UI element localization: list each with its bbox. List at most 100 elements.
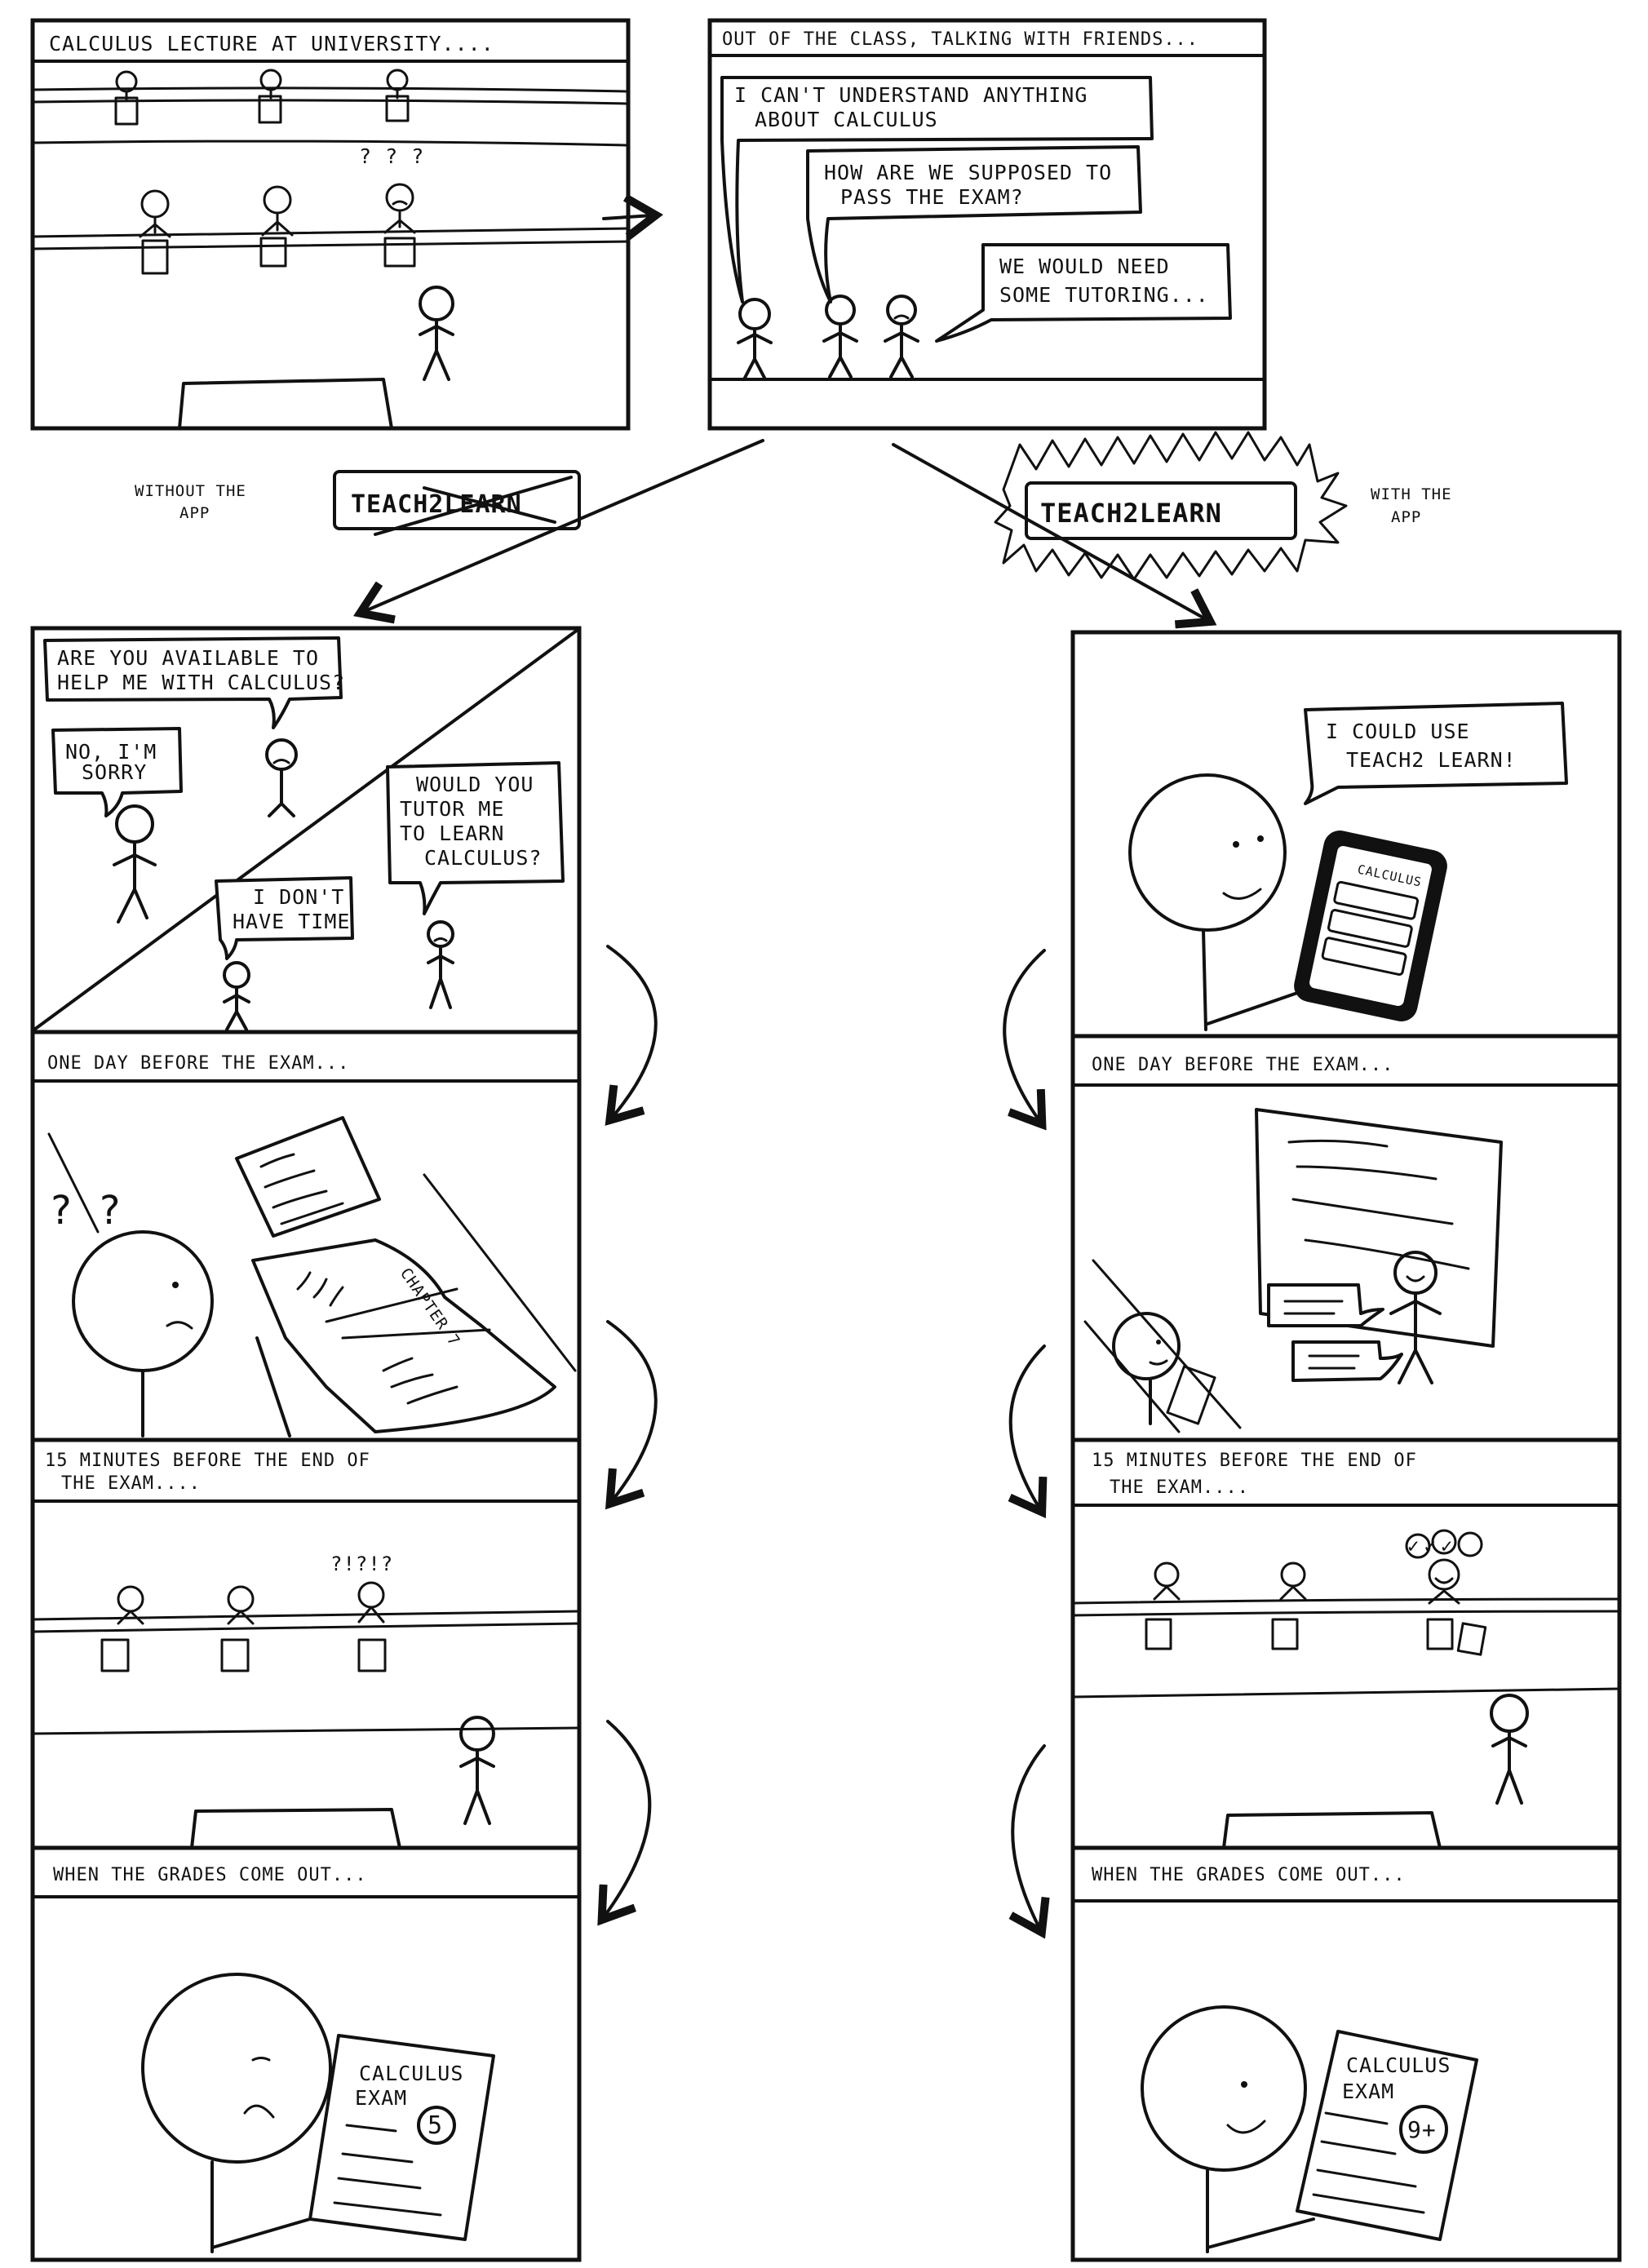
confused-student: ? ? ? (359, 144, 424, 268)
busy-person (223, 961, 250, 1031)
student-back-1 (114, 70, 139, 126)
student-front-1 (139, 189, 171, 275)
confused-marks: ? ? (49, 1188, 122, 1234)
right-caption-15min-line1: 15 minutes before the end of (1092, 1451, 1417, 1471)
left-panel-rejections: Are you available to help me with calcul… (33, 628, 579, 1031)
speech-bubble-3-line2: some tutoring... (999, 283, 1209, 307)
panel-lecture: Calculus lecture at university.... ? ? ? (30, 18, 631, 431)
exam-paper-good-title1: Calculus (1346, 2053, 1451, 2077)
exam-desk (190, 1808, 401, 1849)
friend-2 (822, 295, 858, 379)
speech-bubble-1-line2: about calculus (755, 108, 938, 131)
left-column: Are you available to help me with calcul… (30, 626, 582, 2262)
logo-highlighted-text: TEACH2LEARN (1040, 498, 1222, 529)
panel-lecture-caption: Calculus lecture at university.... (49, 32, 494, 55)
right-caption-grades: When the grades come out... (1092, 1865, 1406, 1885)
phone-app[interactable]: Calculus (1293, 830, 1448, 1023)
bubble-no-sorry: No, I'm sorry (51, 727, 183, 817)
refusing-person (113, 804, 157, 924)
open-textbook: Chapter 7 (251, 1238, 556, 1433)
bubble-no-time-line1: I don't (253, 885, 344, 909)
left-caption-grades: When the grades come out... (53, 1865, 367, 1885)
exam-desk-r (1222, 1811, 1442, 1849)
confused-question-marks: ? ? ? (359, 144, 424, 168)
left-flow-arrows (604, 945, 658, 1917)
sad-asker-2 (427, 920, 454, 1009)
teacher (419, 286, 454, 381)
bubble-tutor-me-line3: to learn (400, 822, 504, 845)
speech-bubble-2-line1: How are we supposed to (824, 161, 1112, 184)
friend-sad (884, 295, 919, 379)
exam-paper-bad: Calculus exam 5 (308, 2034, 495, 2241)
bubble-tutor-me-line2: tutor me (400, 797, 504, 821)
logo-highlighted: TEACH2LEARN (994, 431, 1348, 581)
right-panel-grades: Calculus exam 9+ (1141, 2005, 1478, 2253)
notes-paper (235, 1116, 381, 1238)
speech-bubble-2-line2: pass the exam? (840, 185, 1024, 209)
arrow-next (602, 215, 653, 219)
right-flow-arrows (1003, 949, 1044, 1929)
chat-bubble-1 (1267, 1283, 1384, 1327)
right-column: I could use Teach2 learn! Calculus One d… (1070, 630, 1622, 2262)
left-panel-grades: Calculus exam 5 (141, 1973, 495, 2253)
exam-grade-bad: 5 (428, 2111, 443, 2140)
exam-grade-good: 9+ (1407, 2116, 1437, 2143)
panel-friends: Out of the class, talking with friends..… (707, 18, 1267, 431)
proctor-r (1490, 1694, 1529, 1805)
with-app-note-line2: app (1391, 508, 1421, 526)
left-caption-day-before: One day before the exam... (47, 1053, 349, 1074)
bubble-no-time-line2: have time (233, 910, 350, 933)
bubble-ask-help: Are you available to help me with calcul… (43, 636, 345, 729)
right-caption-day-before: One day before the exam... (1092, 1055, 1393, 1075)
exam-paper-good: Calculus exam 9+ (1296, 2030, 1478, 2241)
student-back-2 (258, 69, 282, 124)
bubble-could-use-line2: Teach2 learn! (1346, 748, 1517, 772)
exam-paper-bad-title1: Calculus (359, 2062, 463, 2085)
confident-student: ✓✓✓ (1405, 1529, 1487, 1656)
bubble-could-use-line1: I could use (1326, 720, 1470, 743)
lecture-desk (178, 378, 393, 430)
storyboard: Calculus lecture at university.... ? ? ?… (30, 18, 1622, 2262)
logo-crossed-text: TEACH2LEARN (351, 490, 522, 519)
bubble-ask-help-line1: Are you available to (57, 646, 319, 670)
bubble-tutor-me-line1: Would you (416, 773, 534, 796)
arrow-without-app (363, 439, 764, 612)
bubble-tutor-me-line4: calculus? (424, 846, 542, 870)
exam-student-r1 (1145, 1561, 1181, 1650)
panel-friends-caption: Out of the class, talking with friends..… (722, 29, 1198, 50)
bubble-no-time: I don't have time (215, 876, 354, 960)
arrow-with-app (892, 443, 1207, 620)
left-caption-15min-line2: the exam.... (61, 1473, 201, 1494)
right-caption-15min-line2: the exam.... (1110, 1477, 1249, 1498)
right-panel-tutoring (1083, 1108, 1503, 1433)
left-caption-15min-line1: 15 minutes before the end of (45, 1451, 370, 1471)
chat-bubble-2 (1291, 1340, 1403, 1382)
exam-student-1 (100, 1585, 144, 1672)
bubble-no-sorry-line2: sorry (82, 760, 147, 784)
right-panel-exam: ✓✓✓ (1071, 1529, 1621, 1849)
exam-paper-good-title2: exam (1342, 2080, 1394, 2103)
right-panel-use-app: I could use Teach2 learn! Calculus (1128, 702, 1568, 1031)
exam-student-r2 (1271, 1561, 1307, 1650)
left-panel-studying: ? ? Chapter 7 (47, 1116, 577, 1437)
friend-1 (737, 298, 773, 381)
student-back-3 (385, 69, 410, 122)
left-panel-exam: ?!?!? (31, 1553, 581, 1849)
sad-asker (265, 738, 298, 817)
bubble-ask-help-line2: help me with calculus? (57, 671, 345, 694)
logo-crossed: TEACH2LEARN (333, 470, 581, 536)
proctor (459, 1716, 495, 1825)
bubble-could-use: I could use Teach2 learn! (1304, 702, 1568, 805)
without-app-note-line1: Without the (135, 482, 246, 500)
student-front-2 (259, 185, 294, 268)
stressed-marks: ?!?!? (330, 1553, 393, 1575)
exam-paper-bad-title2: exam (355, 2086, 407, 2110)
speech-bubble-1-line1: I can't understand anything (734, 83, 1088, 107)
speech-bubble-3: We would need some tutoring... (935, 243, 1232, 343)
branch-area: Without the app TEACH2LEARN TEACH2LEARN … (135, 431, 1452, 620)
speech-bubble-3-line1: We would need (999, 255, 1170, 278)
tutor (1389, 1251, 1442, 1384)
learner-with-phone (1112, 1312, 1216, 1425)
with-app-note-line1: With the (1371, 485, 1452, 503)
without-app-note-line2: app (179, 504, 210, 522)
